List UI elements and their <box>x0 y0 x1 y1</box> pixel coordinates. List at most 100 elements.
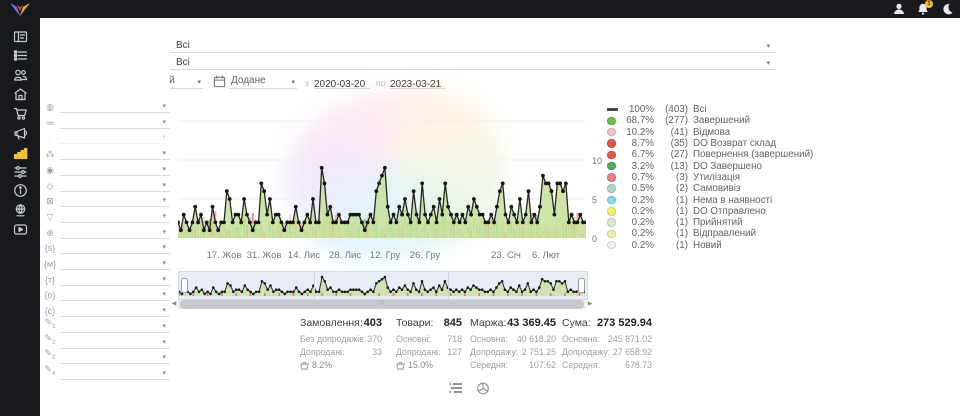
user-icon[interactable] <box>892 2 906 16</box>
legend-label: DO Отправлено <box>693 206 766 217</box>
sidebar-filter-row: ◍▾ <box>40 98 170 113</box>
sidebar-filter-select[interactable]: ▾ <box>60 303 170 317</box>
legend-item[interactable]: 10.2%(41)Відмова <box>607 127 782 138</box>
sidebar-filter-row: ◉▾ <box>40 161 170 176</box>
sidebar-filter-select[interactable]: ▾ <box>60 366 170 380</box>
sidebar-filter-select[interactable]: ▾ <box>60 225 170 239</box>
megaphone-icon <box>13 126 28 141</box>
legend-dot-swatch <box>607 196 619 205</box>
sidebar-filter-select[interactable]: ▾ <box>60 272 170 286</box>
legend-item[interactable]: 68.7%(277)Завершений <box>607 115 782 126</box>
sidebar-filter-select[interactable]: ▾ <box>60 115 170 129</box>
chart-brush[interactable] <box>178 271 588 300</box>
brush-left-handle[interactable] <box>181 278 188 293</box>
legend-count: (41) <box>658 127 693 138</box>
sidebar-filter-select[interactable]: ▾ <box>60 350 170 364</box>
sidebar-filter-row: {s}▾ <box>40 239 170 254</box>
rail-item-integrations[interactable] <box>0 201 40 220</box>
notifications-bell-icon[interactable]: 1 <box>916 2 930 16</box>
legend-label: Відмова <box>693 127 730 138</box>
sidebar-filter-select[interactable]: ▾ <box>60 319 170 333</box>
help-circle-icon: ◌ <box>40 132 60 144</box>
sidebar-filter-select[interactable]: ▾ <box>60 178 170 192</box>
stat-sub-value: 107.62 <box>529 359 556 372</box>
date-field-select[interactable]: Додане ▾ <box>229 74 297 89</box>
sidebar-filter-select[interactable]: ▾ <box>60 146 170 160</box>
chevron-down-icon: ▾ <box>162 338 166 346</box>
rail-item-settings[interactable] <box>0 162 40 181</box>
product-filter-select[interactable]: Всі ▾ <box>130 56 776 70</box>
legend-item[interactable]: 6.7%(27)Повернення (завершений) <box>607 149 782 160</box>
legend-label: Прийнятий <box>693 217 743 228</box>
table-view-icon[interactable] <box>449 382 465 396</box>
chart-scrollbar[interactable]: ◀ ⁞⁞ ▶ <box>170 300 594 309</box>
chevron-down-icon: ▾ <box>162 102 166 110</box>
date-from-label: з <box>305 78 309 88</box>
stat-sub-label: Основні: <box>396 333 431 346</box>
sidebar-filter-select[interactable]: ▾ <box>60 99 170 113</box>
rail-item-orders[interactable] <box>0 46 40 65</box>
legend-label: Завершений <box>693 115 750 126</box>
sidebar-filter-select[interactable]: ▾ <box>60 209 170 223</box>
legend-item[interactable]: 0.5%(2)Самовивіз <box>607 183 782 194</box>
rail-item-marketing[interactable] <box>0 124 40 143</box>
legend-item[interactable]: 0.2%(1)Новий <box>607 240 782 251</box>
sidebar-filter-row: ✎2▾ <box>40 334 170 349</box>
store-icon <box>13 87 28 102</box>
sidebar-filter-select[interactable]: ▾ <box>60 240 170 254</box>
orders-chart[interactable]: 17. Жов31. Жов14. Лис28. Лис12. Гру26. Г… <box>178 98 586 258</box>
sidebar-filter-select[interactable]: ▾ <box>60 335 170 349</box>
sidebar-filter-row: {о}▾ <box>40 286 170 301</box>
chevron-down-icon: ▾ <box>766 59 770 67</box>
legend-item[interactable]: 0.2%(1)Відправлений <box>607 228 782 239</box>
sidebar-filter-select[interactable]: ▾ <box>60 130 170 144</box>
legend-item[interactable]: 0.2%(1)Нема в наявності <box>607 194 782 205</box>
legend-label: Утилізація <box>693 172 740 183</box>
scrollbar-thumb[interactable]: ⁞⁞ <box>180 300 584 309</box>
rail-item-store[interactable] <box>0 85 40 104</box>
status-filter-select[interactable]: Всі ▾ <box>130 39 776 53</box>
legend-count: (1) <box>658 206 693 217</box>
label-icon: ⊠ <box>40 195 60 207</box>
rail-item-dashboard[interactable] <box>0 27 40 46</box>
scroll-left-arrow-icon[interactable]: ◀ <box>170 300 178 309</box>
legend-label: DO Возврат склад <box>693 138 776 149</box>
rail-item-cart[interactable] <box>0 104 40 123</box>
rail-item-analytics[interactable] <box>0 143 40 162</box>
rail-item-clients[interactable] <box>0 66 40 85</box>
legend-item[interactable]: 0.2%(1)Прийнятий <box>607 217 782 228</box>
date-from-input[interactable]: 2020-03-20 <box>314 74 370 89</box>
stat-sub-label: Середня: <box>470 359 508 372</box>
rail-item-video[interactable] <box>0 220 40 239</box>
brush-right-handle[interactable] <box>578 278 585 293</box>
legend-item[interactable]: 8.7%(35)DO Возврат склад <box>607 138 782 149</box>
stat-value: 43 369.45 <box>507 317 556 329</box>
date-to-input[interactable]: 2023-03-21 <box>390 74 446 89</box>
stat-sub-value: 245 871.02 <box>608 333 652 346</box>
legend-item[interactable]: 0.7%(3)Утилізація <box>607 172 782 183</box>
sidebar-filter-row: {м}▾ <box>40 255 170 270</box>
pie-view-icon[interactable] <box>476 382 492 396</box>
sidebar-filter-select[interactable]: ▾ <box>60 256 170 270</box>
sidebar-filter-select[interactable]: ▾ <box>60 162 170 176</box>
summary-stats: Замовлення:403Без допродажів:370Допродан… <box>300 317 720 379</box>
chart-canvas <box>178 98 586 244</box>
scroll-right-arrow-icon[interactable]: ▶ <box>586 300 594 309</box>
legend-dot-swatch <box>607 128 619 137</box>
legend-item[interactable]: 3.2%(13)DO Завершено <box>607 160 782 171</box>
y-axis-tick: 10 <box>592 156 602 166</box>
chevron-down-icon: ▾ <box>162 212 166 220</box>
list-icon: ≔ <box>40 117 60 129</box>
scrollbar-track[interactable]: ⁞⁞ <box>178 300 586 309</box>
rail-item-info[interactable] <box>0 181 40 200</box>
legend-dot-swatch <box>607 139 619 148</box>
legend-item[interactable]: 0.2%(1)DO Отправлено <box>607 206 782 217</box>
theme-moon-icon[interactable] <box>940 2 954 16</box>
sidebar-filter-select[interactable]: ▾ <box>60 193 170 207</box>
chevron-down-icon: ▾ <box>162 306 166 314</box>
sidebar-filter-select[interactable]: ▾ <box>60 287 170 301</box>
legend-item[interactable]: 100%(403)Всі <box>607 104 782 115</box>
legend-percent: 8.7% <box>619 138 658 149</box>
notification-badge: 1 <box>925 0 933 8</box>
legend-line-swatch <box>607 108 619 110</box>
